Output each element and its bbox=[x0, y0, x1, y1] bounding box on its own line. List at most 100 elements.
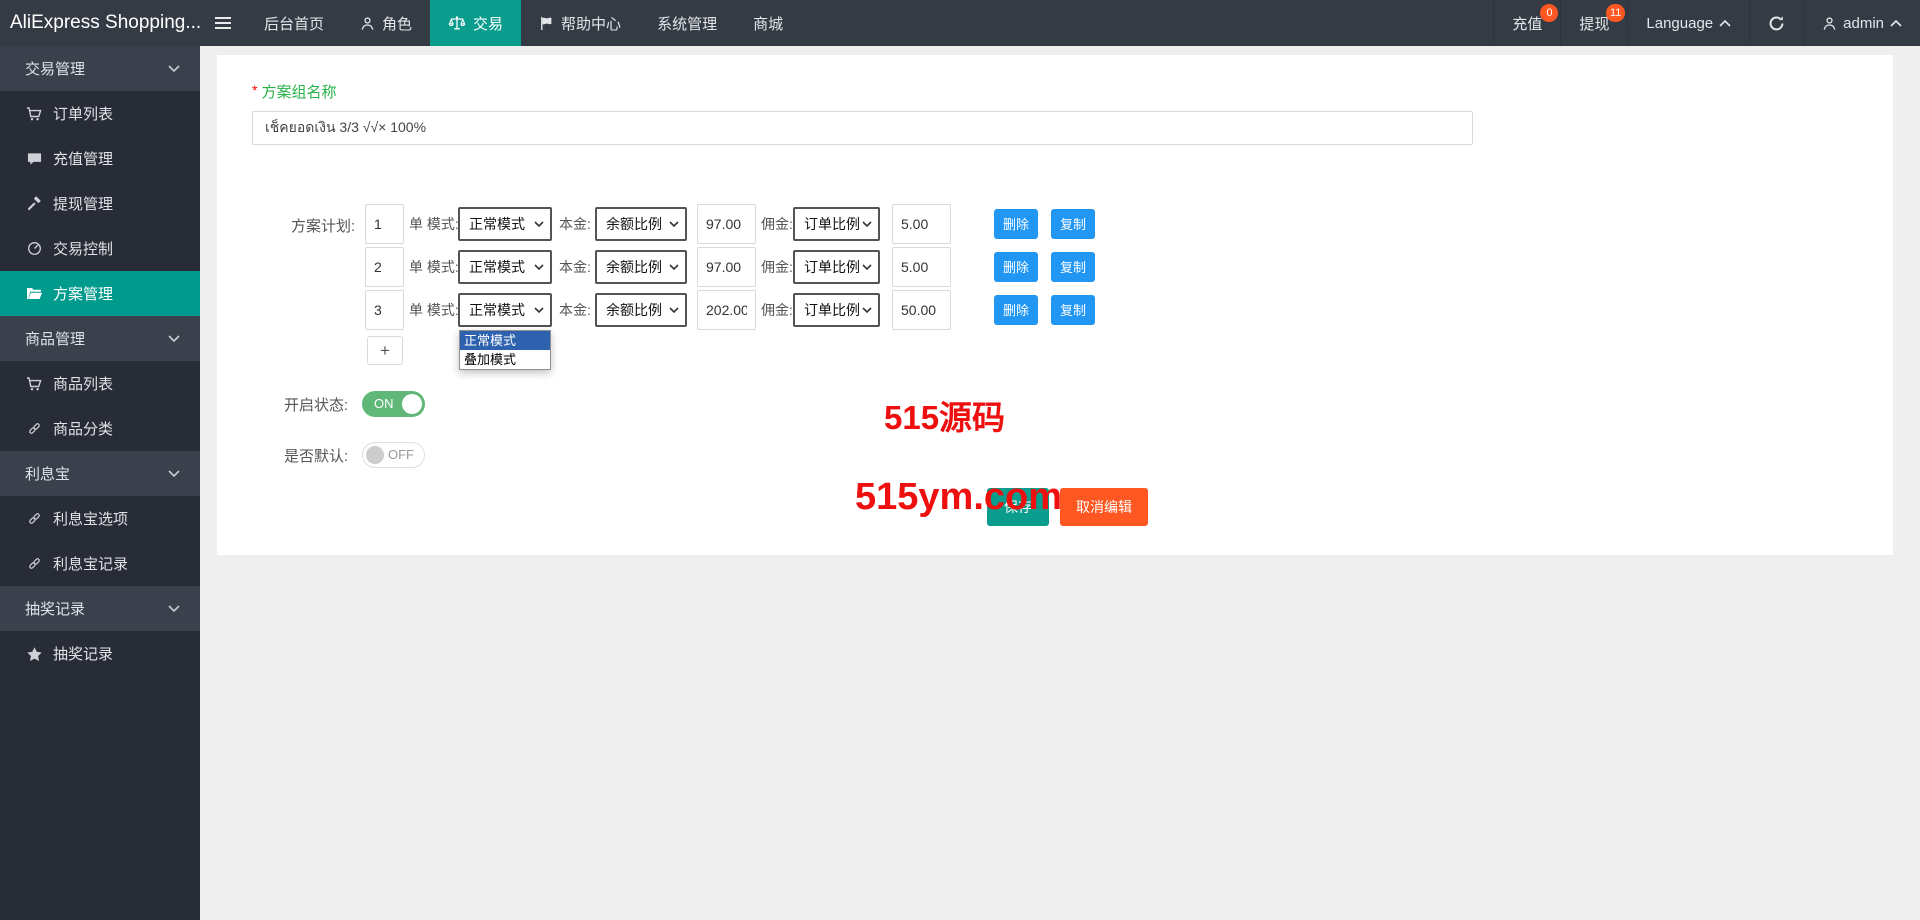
mode-label: 单 模式: bbox=[409, 301, 459, 318]
commission-label: 佣金: bbox=[761, 301, 793, 318]
sidebar-item-interest-records[interactable]: 利息宝记录 bbox=[0, 541, 200, 586]
row-index-input[interactable] bbox=[365, 203, 404, 244]
plan-edit-card: *方案组名称 方案计划: 单 模式: 正常模式 本金: bbox=[217, 55, 1893, 555]
delete-row-button[interactable]: 删除 bbox=[994, 208, 1039, 239]
principal-input[interactable] bbox=[697, 203, 756, 244]
brand-title: AliExpress Shopping... bbox=[10, 12, 200, 33]
select-caret-icon bbox=[534, 263, 544, 270]
recharge-badge: 0 bbox=[1540, 4, 1559, 22]
language-dropdown[interactable]: Language bbox=[1627, 0, 1749, 46]
sidebar-item-product-category[interactable]: 商品分类 bbox=[0, 406, 200, 451]
refresh-button[interactable] bbox=[1749, 0, 1803, 46]
delete-row-button[interactable]: 删除 bbox=[994, 251, 1039, 282]
nav-item-system[interactable]: 系统管理 bbox=[639, 0, 735, 46]
nav-item-roles[interactable]: 角色 bbox=[342, 0, 430, 46]
principal-type-select[interactable]: 余额比例 bbox=[595, 206, 687, 241]
folder-icon bbox=[25, 287, 43, 300]
mode-select[interactable]: 正常模式 bbox=[458, 249, 552, 284]
commission-input[interactable] bbox=[892, 289, 951, 330]
sidebar-group-interest-bao[interactable]: 利息宝 bbox=[0, 451, 200, 496]
scales-icon bbox=[448, 15, 466, 31]
nav-item-help-center[interactable]: 帮助中心 bbox=[521, 0, 639, 46]
toggle-knob bbox=[402, 394, 422, 414]
delete-row-button[interactable]: 删除 bbox=[994, 294, 1039, 325]
flag-icon bbox=[539, 16, 554, 31]
group-name-label: * 方案组名称 bbox=[252, 82, 337, 101]
group-name-input[interactable] bbox=[252, 111, 1473, 145]
status-row: 开启状态: ON bbox=[284, 391, 1893, 417]
copy-row-button[interactable]: 复制 bbox=[1051, 208, 1096, 239]
default-label: 是否默认: bbox=[284, 447, 349, 465]
commission-input[interactable] bbox=[892, 203, 951, 244]
sidebar-item-lottery-records[interactable]: 抽奖记录 bbox=[0, 631, 200, 676]
gauge-icon bbox=[25, 241, 43, 256]
sidebar-item-product-list[interactable]: 商品列表 bbox=[0, 361, 200, 406]
cart-icon bbox=[25, 376, 43, 391]
dropdown-option-normal[interactable]: 正常模式 bbox=[460, 330, 550, 350]
comment-icon bbox=[25, 152, 43, 166]
cancel-edit-button[interactable]: 取消编辑 bbox=[1060, 488, 1148, 526]
sidebar-toggle-button[interactable] bbox=[200, 0, 246, 46]
commission-input[interactable] bbox=[892, 246, 951, 287]
sidebar-item-recharge-mgmt[interactable]: 充值管理 bbox=[0, 136, 200, 181]
add-row-button[interactable]: + bbox=[367, 336, 403, 365]
status-toggle[interactable]: ON bbox=[362, 391, 425, 417]
mode-select-dropdown: 正常模式 叠加模式 bbox=[459, 329, 551, 370]
select-caret-icon bbox=[534, 220, 544, 227]
mode-select-open[interactable]: 正常模式 正常模式 叠加模式 bbox=[458, 292, 552, 370]
hamburger-icon bbox=[214, 16, 232, 30]
recharge-button[interactable]: 充值 0 bbox=[1493, 0, 1560, 46]
principal-input[interactable] bbox=[697, 246, 756, 287]
required-asterisk: * bbox=[252, 82, 258, 98]
nav-item-mall[interactable]: 商城 bbox=[735, 0, 801, 46]
main-content: *方案组名称 方案计划: 单 模式: 正常模式 本金: bbox=[200, 46, 1920, 920]
withdraw-button[interactable]: 提现 11 bbox=[1560, 0, 1627, 46]
row-index-input[interactable] bbox=[365, 246, 404, 287]
mode-select[interactable]: 正常模式 bbox=[458, 206, 552, 241]
sidebar-group-lottery-records[interactable]: 抽奖记录 bbox=[0, 586, 200, 631]
copy-row-button[interactable]: 复制 bbox=[1051, 294, 1096, 325]
sidebar-item-plan-mgmt[interactable]: 方案管理 bbox=[0, 271, 200, 316]
cart-icon bbox=[25, 106, 43, 121]
save-button[interactable]: 保存 bbox=[987, 488, 1049, 526]
admin-menu[interactable]: admin bbox=[1803, 0, 1920, 46]
sidebar-item-interest-options[interactable]: 利息宝选项 bbox=[0, 496, 200, 541]
refresh-icon bbox=[1768, 15, 1785, 32]
default-row: 是否默认: OFF bbox=[284, 442, 1893, 468]
plan-section: 方案计划: 单 模式: 正常模式 本金: 余额比例 bbox=[252, 203, 1893, 370]
link-icon bbox=[25, 556, 43, 571]
plan-row: 单 模式: 正常模式 本金: 余额比例 佣金: 订单 bbox=[365, 246, 1096, 287]
toggle-knob bbox=[366, 446, 384, 464]
principal-input[interactable] bbox=[697, 289, 756, 330]
link-icon bbox=[25, 421, 43, 436]
sidebar-item-trade-control[interactable]: 交易控制 bbox=[0, 226, 200, 271]
chevron-up-icon bbox=[1890, 19, 1902, 27]
select-caret-icon bbox=[669, 306, 679, 313]
chevron-down-icon bbox=[168, 65, 180, 72]
select-caret-icon bbox=[862, 263, 872, 270]
sidebar-item-order-list[interactable]: 订单列表 bbox=[0, 91, 200, 136]
plan-label: 方案计划: bbox=[291, 218, 356, 235]
nav-item-home[interactable]: 后台首页 bbox=[246, 0, 342, 46]
topbar-right: 充值 0 提现 11 Language admin bbox=[1493, 0, 1920, 46]
sidebar-group-trade-mgmt[interactable]: 交易管理 bbox=[0, 46, 200, 91]
select-caret-icon bbox=[862, 220, 872, 227]
dropdown-option-stacked[interactable]: 叠加模式 bbox=[460, 350, 550, 369]
default-toggle[interactable]: OFF bbox=[362, 442, 425, 468]
commission-type-select[interactable]: 订单比例 bbox=[793, 249, 880, 284]
copy-row-button[interactable]: 复制 bbox=[1051, 251, 1096, 282]
sidebar-group-product-mgmt[interactable]: 商品管理 bbox=[0, 316, 200, 361]
principal-type-select[interactable]: 余额比例 bbox=[595, 292, 687, 327]
principal-label: 本金: bbox=[559, 215, 591, 232]
commission-type-select[interactable]: 订单比例 bbox=[793, 206, 880, 241]
topbar: AliExpress Shopping... 后台首页 角色 交易 帮助中心 系… bbox=[0, 0, 1920, 46]
nav-item-trade[interactable]: 交易 bbox=[430, 0, 522, 46]
plan-row: 单 模式: 正常模式 本金: 余额比例 佣金: 订单 bbox=[365, 203, 1096, 244]
row-index-input[interactable] bbox=[365, 289, 404, 330]
link-icon bbox=[25, 511, 43, 526]
principal-type-select[interactable]: 余额比例 bbox=[595, 249, 687, 284]
select-caret-icon bbox=[669, 220, 679, 227]
commission-type-select[interactable]: 订单比例 bbox=[793, 292, 880, 327]
sidebar-item-withdraw-mgmt[interactable]: 提现管理 bbox=[0, 181, 200, 226]
mode-label: 单 模式: bbox=[409, 215, 459, 232]
